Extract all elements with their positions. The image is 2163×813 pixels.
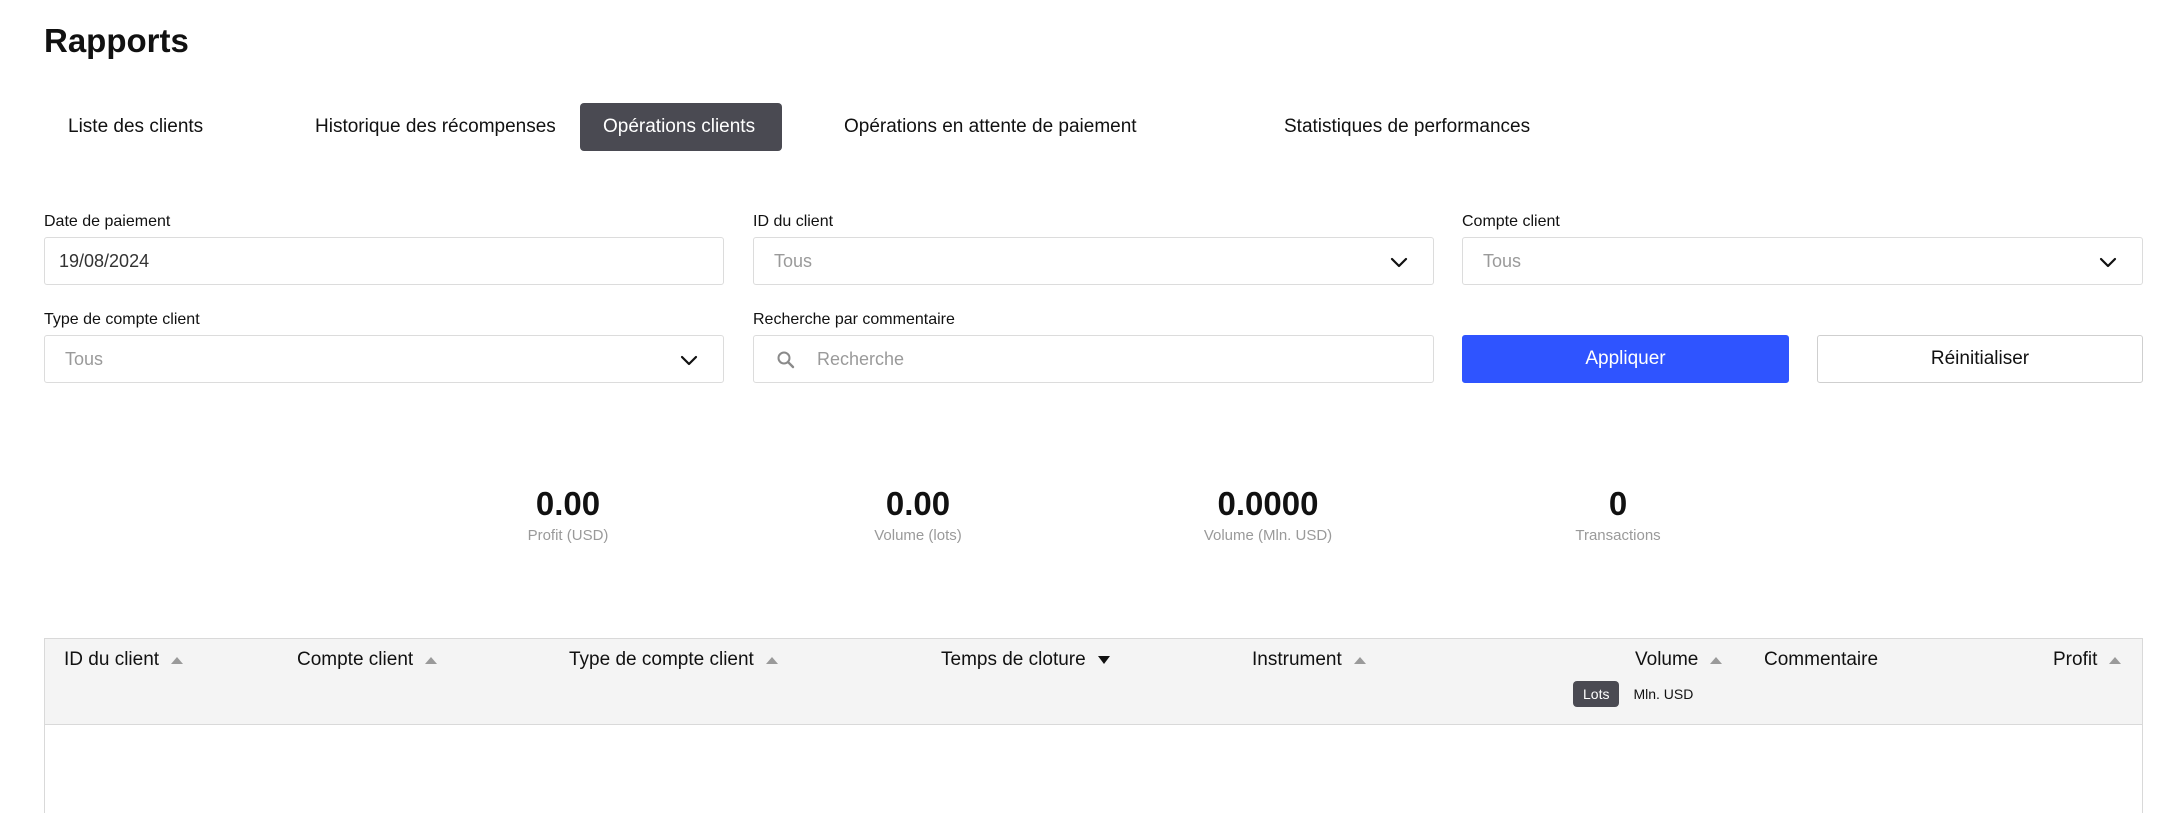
client-account-select[interactable]: Tous bbox=[1462, 237, 2143, 285]
client-account-value: Tous bbox=[1483, 250, 1522, 271]
payment-date-label: Date de paiement bbox=[44, 213, 171, 230]
sort-asc-icon bbox=[425, 656, 438, 664]
stat-profit: 0.00 Profit (USD) bbox=[438, 485, 698, 544]
tab-label: Historique des récompenses bbox=[315, 116, 556, 137]
tab-client-operations[interactable]: Opérations clients bbox=[580, 103, 782, 151]
column-header-label: Compte client bbox=[297, 649, 414, 670]
column-header-account-type[interactable]: Type de compte client bbox=[569, 649, 778, 671]
chevron-down-icon bbox=[680, 355, 698, 366]
operations-table: ID du client Compte client Type de compt… bbox=[44, 638, 2143, 813]
stat-value: 0 bbox=[1608, 485, 1628, 522]
apply-button[interactable]: Appliquer bbox=[1462, 335, 1789, 383]
column-header-label: ID du client bbox=[64, 649, 160, 670]
column-header-client-account[interactable]: Compte client bbox=[297, 649, 438, 671]
account-type-value: Tous bbox=[65, 348, 104, 369]
stat-label: Transactions bbox=[1575, 527, 1661, 544]
client-id-select[interactable]: Tous bbox=[753, 237, 1434, 285]
account-type-select[interactable]: Tous bbox=[44, 335, 724, 383]
stat-transactions: 0 Transactions bbox=[1488, 485, 1748, 544]
sort-asc-icon bbox=[2109, 656, 2122, 664]
payment-date-value: 19/08/2024 bbox=[59, 250, 150, 271]
comment-search-label: Recherche par commentaire bbox=[753, 311, 955, 328]
client-id-value: Tous bbox=[774, 250, 813, 271]
column-header-volume[interactable]: Volume bbox=[1635, 649, 1723, 671]
tab-rewards-history[interactable]: Historique des récompenses bbox=[229, 103, 580, 151]
tab-label: Opérations clients bbox=[603, 116, 756, 137]
column-header-label: Type de compte client bbox=[569, 649, 754, 670]
stat-label: Volume (Mln. USD) bbox=[1203, 527, 1333, 544]
tab-pending-payment-operations[interactable]: Opérations en attente de paiement bbox=[782, 103, 1198, 151]
stat-label: Volume (lots) bbox=[874, 527, 962, 544]
tab-label: Opérations en attente de paiement bbox=[844, 116, 1137, 137]
volume-unit-lots[interactable]: Lots bbox=[1573, 681, 1620, 707]
stat-volume-mln-usd: 0.0000 Volume (Mln. USD) bbox=[1138, 485, 1398, 544]
chevron-down-icon bbox=[2099, 257, 2117, 268]
tab-client-list[interactable]: Liste des clients bbox=[44, 103, 229, 151]
volume-unit-mln-usd[interactable]: Mln. USD bbox=[1623, 681, 1703, 707]
volume-unit-toggle: Lots Mln. USD bbox=[1573, 681, 1703, 707]
tab-performance-stats[interactable]: Statistiques de performances bbox=[1198, 103, 1558, 151]
stat-value: 0.00 bbox=[535, 485, 601, 522]
stat-volume-lots: 0.00 Volume (lots) bbox=[788, 485, 1048, 544]
stat-value: 0.00 bbox=[885, 485, 951, 522]
column-header-label: Commentaire bbox=[1764, 649, 1879, 670]
table-body bbox=[45, 725, 2142, 813]
chevron-down-icon bbox=[1390, 257, 1408, 268]
sort-asc-icon bbox=[1353, 656, 1366, 664]
column-header-close-time[interactable]: Temps de cloture bbox=[941, 649, 1110, 671]
tab-label: Liste des clients bbox=[68, 116, 204, 137]
account-type-label: Type de compte client bbox=[44, 311, 200, 328]
stat-value: 0.0000 bbox=[1217, 485, 1319, 522]
page-title: Rapports bbox=[44, 22, 189, 59]
client-id-label: ID du client bbox=[753, 213, 834, 230]
payment-date-field[interactable]: 19/08/2024 bbox=[44, 237, 724, 285]
reset-button[interactable]: Réinitialiser bbox=[1817, 335, 2143, 383]
column-header-label: Instrument bbox=[1252, 649, 1342, 670]
column-header-label: Volume bbox=[1635, 649, 1699, 670]
column-header-instrument[interactable]: Instrument bbox=[1252, 649, 1366, 671]
sort-asc-icon bbox=[1710, 656, 1723, 664]
column-header-comment: Commentaire bbox=[1764, 649, 1878, 671]
column-header-label: Temps de cloture bbox=[941, 649, 1086, 670]
sort-asc-icon bbox=[765, 656, 778, 664]
sort-asc-icon bbox=[171, 656, 184, 664]
report-tabs: Liste des clients Historique des récompe… bbox=[44, 103, 1558, 151]
tab-label: Statistiques de performances bbox=[1284, 116, 1531, 137]
column-header-label: Profit bbox=[2053, 649, 2098, 670]
table-header: ID du client Compte client Type de compt… bbox=[45, 639, 2142, 725]
stat-label: Profit (USD) bbox=[527, 527, 609, 544]
search-icon bbox=[777, 351, 795, 369]
column-header-client-id[interactable]: ID du client bbox=[64, 649, 184, 671]
client-account-label: Compte client bbox=[1462, 213, 1560, 230]
column-header-profit[interactable]: Profit bbox=[2053, 649, 2122, 671]
sort-desc-icon bbox=[1097, 656, 1110, 664]
comment-search-input[interactable]: Recherche bbox=[753, 335, 1434, 383]
